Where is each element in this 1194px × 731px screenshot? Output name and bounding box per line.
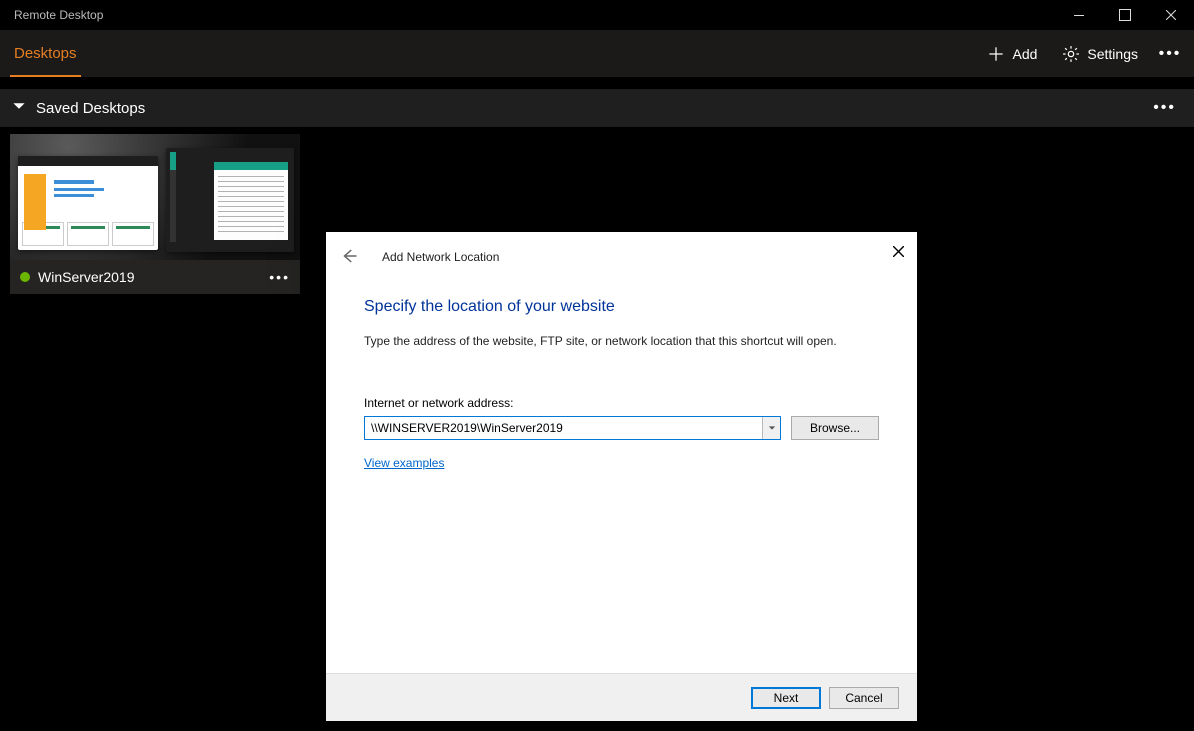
add-label: Add <box>1012 46 1037 62</box>
add-button[interactable]: Add <box>976 38 1047 70</box>
address-input[interactable] <box>365 417 762 439</box>
minimize-button[interactable] <box>1056 0 1102 30</box>
window-controls <box>1056 0 1194 30</box>
gear-icon <box>1061 44 1081 64</box>
address-combobox[interactable] <box>364 416 781 440</box>
next-button[interactable]: Next <box>751 687 821 709</box>
app-title: Remote Desktop <box>14 8 103 22</box>
close-window-button[interactable] <box>1148 0 1194 30</box>
section-more-button[interactable]: ••• <box>1153 99 1182 117</box>
settings-button[interactable]: Settings <box>1051 38 1148 70</box>
add-network-location-dialog: Add Network Location Specify the locatio… <box>326 232 917 721</box>
titlebar: Remote Desktop <box>0 0 1194 30</box>
app-more-button[interactable]: ••• <box>1152 45 1188 63</box>
address-dropdown-button[interactable] <box>762 417 780 439</box>
back-button[interactable] <box>340 247 358 268</box>
desktop-caption: WinServer2019 ••• <box>10 260 300 294</box>
wizard-title: Add Network Location <box>382 250 499 264</box>
chevron-down-icon <box>12 99 26 117</box>
dialog-heading: Specify the location of your website <box>364 298 879 316</box>
maximize-button[interactable] <box>1102 0 1148 30</box>
close-icon <box>1166 10 1176 20</box>
cancel-button[interactable]: Cancel <box>829 687 899 709</box>
dialog-description: Type the address of the website, FTP sit… <box>364 334 879 348</box>
dialog-footer: Next Cancel <box>326 673 917 721</box>
tabbar: Desktops Add Settings ••• <box>0 30 1194 77</box>
status-online-icon <box>20 272 30 282</box>
dialog-body: Specify the location of your website Typ… <box>326 282 917 673</box>
desktop-thumbnail <box>10 134 300 260</box>
chevron-down-icon <box>768 424 776 432</box>
ellipsis-icon: ••• <box>1159 45 1182 63</box>
dialog-header: Add Network Location <box>326 232 917 282</box>
browse-button[interactable]: Browse... <box>791 416 879 440</box>
desktop-more-button[interactable]: ••• <box>269 269 290 285</box>
tab-label: Desktops <box>14 45 77 62</box>
browse-label: Browse... <box>810 421 860 435</box>
section-title: Saved Desktops <box>36 100 145 117</box>
close-icon <box>893 246 904 257</box>
dialog-close-button[interactable] <box>887 240 909 262</box>
tab-desktops[interactable]: Desktops <box>0 30 91 77</box>
settings-label: Settings <box>1087 46 1138 62</box>
section-header-saved-desktops[interactable]: Saved Desktops ••• <box>0 89 1194 127</box>
desktop-card[interactable]: WinServer2019 ••• <box>10 134 300 294</box>
address-label: Internet or network address: <box>364 396 879 410</box>
desktop-name: WinServer2019 <box>38 269 135 285</box>
plus-icon <box>986 44 1006 64</box>
view-examples-link[interactable]: View examples <box>364 456 879 470</box>
arrow-left-icon <box>340 247 358 265</box>
